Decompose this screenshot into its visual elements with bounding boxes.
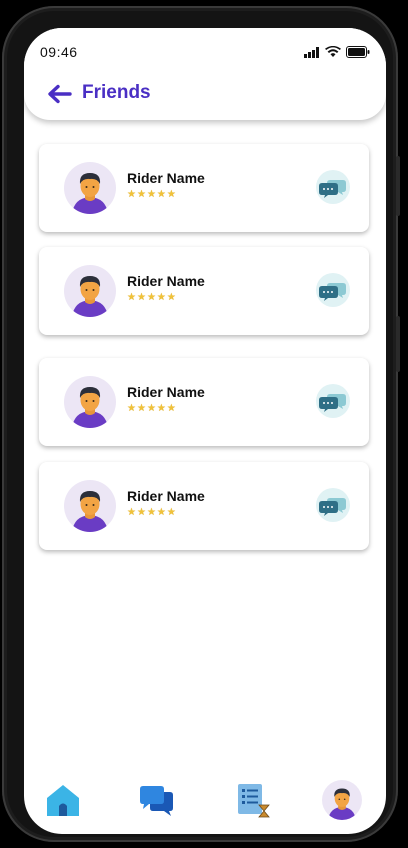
chat-button[interactable] [316,170,350,204]
star-rating: ★ ★ ★ ★ ★ [127,293,176,303]
rider-name: Rider Name [127,170,205,186]
star-icon: ★ [136,292,146,303]
chat-bubble-icon [319,283,346,301]
star-icon: ★ [156,292,166,303]
avatar [64,376,116,428]
nav-profile[interactable] [322,780,362,820]
chat-bubble-icon [319,180,346,198]
person-avatar-icon [72,276,108,317]
star-icon: ★ [156,403,166,414]
person-avatar-icon [72,491,108,532]
star-icon: ★ [136,507,146,518]
back-button[interactable] [46,84,72,104]
star-icon: ★ [166,292,176,303]
status-icons [304,46,370,58]
star-icon: ★ [127,507,136,518]
friend-card[interactable]: Rider Name ★ ★ ★ ★ ★ [39,358,369,446]
chat-bubble-icon [319,498,346,516]
star-icon: ★ [127,403,136,414]
star-icon: ★ [156,507,166,518]
power-button [396,316,400,372]
nav-home[interactable] [43,780,83,820]
volume-button [396,156,400,216]
avatar [64,162,116,214]
star-icon: ★ [127,292,136,303]
star-icon: ★ [146,507,156,518]
star-icon: ★ [166,403,176,414]
star-icon: ★ [146,292,156,303]
nav-history[interactable] [232,780,272,820]
messages-icon [140,786,173,816]
rider-name: Rider Name [127,384,205,400]
battery-icon [346,46,370,58]
star-icon: ★ [127,189,136,200]
rider-name: Rider Name [127,273,205,289]
page-title: Friends [82,82,151,103]
person-avatar-icon [72,387,108,428]
star-icon: ★ [156,189,166,200]
history-icon [238,784,270,818]
app-header: 09:46 Friends [24,28,386,120]
star-icon: ★ [136,189,146,200]
friend-card[interactable]: Rider Name ★ ★ ★ ★ ★ [39,144,369,232]
star-rating: ★ ★ ★ ★ ★ [127,508,176,518]
star-icon: ★ [146,189,156,200]
rider-name: Rider Name [127,488,205,504]
arrow-left-icon [48,84,72,104]
screen: 09:46 Friends Rider Name ★ ★ ★ ★ ★ Rider… [24,28,386,834]
friend-card[interactable]: Rider Name ★ ★ ★ ★ ★ [39,247,369,335]
avatar [64,480,116,532]
chat-button[interactable] [316,273,350,307]
chat-bubble-icon [319,394,346,412]
signal-icon [304,46,319,58]
home-icon [47,785,79,816]
profile-avatar [322,780,362,820]
avatar [64,265,116,317]
star-rating: ★ ★ ★ ★ ★ [127,190,176,200]
friend-card[interactable]: Rider Name ★ ★ ★ ★ ★ [39,462,369,550]
nav-messages[interactable] [137,780,177,820]
star-icon: ★ [146,403,156,414]
wifi-icon [325,46,341,57]
chat-button[interactable] [316,384,350,418]
star-icon: ★ [166,507,176,518]
status-time: 09:46 [40,44,78,60]
star-icon: ★ [136,403,146,414]
person-avatar-icon [72,173,108,214]
star-rating: ★ ★ ★ ★ ★ [127,404,176,414]
chat-button[interactable] [316,488,350,522]
star-icon: ★ [166,189,176,200]
phone-frame: 09:46 Friends Rider Name ★ ★ ★ ★ ★ Rider… [2,6,400,842]
person-avatar-icon [328,788,356,820]
